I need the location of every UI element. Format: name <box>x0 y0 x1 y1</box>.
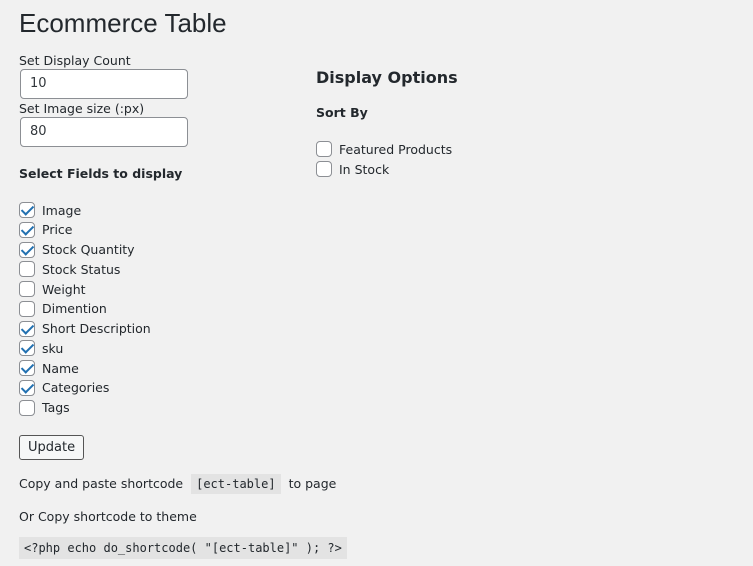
display-count-label: Set Display Count <box>19 53 131 68</box>
shortcode-code[interactable]: [ect-table] <box>191 474 281 494</box>
field-option-sku[interactable]: sku <box>19 339 63 357</box>
checkbox-categories[interactable] <box>19 379 35 396</box>
image-size-label: Set Image size (:px) <box>19 101 145 116</box>
checkbox-label: Image <box>42 202 82 218</box>
checkbox-short-description[interactable] <box>19 320 35 337</box>
php-code-line: <?php echo do_shortcode( "[ect-table]" )… <box>19 537 347 559</box>
checkbox-label: sku <box>42 340 64 356</box>
checkbox-price[interactable] <box>19 221 35 238</box>
theme-shortcode-text: Or Copy shortcode to theme <box>19 509 197 524</box>
checkbox-label: Short Description <box>42 321 151 336</box>
field-option-image[interactable]: Image <box>19 201 81 219</box>
checkbox-name[interactable] <box>19 360 35 376</box>
php-shortcode-code[interactable]: <?php echo do_shortcode( "[ect-table]" )… <box>19 537 347 559</box>
checkbox-label: Categories <box>42 380 110 396</box>
update-button[interactable]: Update <box>19 435 85 460</box>
field-option-weight[interactable]: Weight <box>19 280 86 298</box>
sort-option-featured-products[interactable]: Featured Products <box>316 140 452 158</box>
checkbox-label: Featured Products <box>339 141 453 157</box>
checkbox-label: Name <box>42 360 79 376</box>
checkbox-dimention[interactable] <box>19 300 35 317</box>
page-title: Ecommerce Table <box>19 8 227 38</box>
display-options-heading: Display Options <box>316 68 458 87</box>
checkbox-label: Dimention <box>42 301 107 317</box>
checkbox-featured-products[interactable] <box>316 141 332 157</box>
checkbox-image[interactable] <box>19 202 35 218</box>
checkbox-label: Weight <box>42 281 86 297</box>
field-option-short-description[interactable]: Short Description <box>19 320 151 338</box>
select-fields-heading: Select Fields to display <box>19 166 183 181</box>
display-count-input[interactable]: 10 <box>20 69 188 99</box>
checkbox-label: Tags <box>42 400 70 415</box>
shortcode-prefix: Copy and paste shortcode <box>19 476 184 491</box>
shortcode-line: Copy and paste shortcode [ect-table] to … <box>19 474 337 494</box>
checkbox-label: Stock Status <box>42 261 121 277</box>
shortcode-suffix: to page <box>288 476 337 491</box>
field-option-stock-status[interactable]: Stock Status <box>19 260 120 278</box>
checkbox-label: In Stock <box>339 161 390 177</box>
field-option-tags[interactable]: Tags <box>19 399 70 417</box>
checkbox-stock-status[interactable] <box>19 261 35 278</box>
checkbox-tags[interactable] <box>19 399 35 416</box>
sort-by-label: Sort By <box>316 105 368 120</box>
field-option-stock-quantity[interactable]: Stock Quantity <box>19 241 135 259</box>
field-option-categories[interactable]: Categories <box>19 379 109 397</box>
checkbox-label: Stock Quantity <box>42 242 135 257</box>
field-option-dimention[interactable]: Dimention <box>19 300 107 318</box>
field-option-price[interactable]: Price <box>19 221 73 239</box>
checkbox-in-stock[interactable] <box>316 161 332 177</box>
field-option-name[interactable]: Name <box>19 359 79 377</box>
checkbox-sku[interactable] <box>19 340 35 357</box>
sort-option-in-stock[interactable]: In Stock <box>316 160 389 178</box>
checkbox-stock-quantity[interactable] <box>19 241 35 258</box>
checkbox-label: Price <box>42 222 73 238</box>
checkbox-weight[interactable] <box>19 281 35 297</box>
image-size-input[interactable]: 80 <box>20 117 188 147</box>
